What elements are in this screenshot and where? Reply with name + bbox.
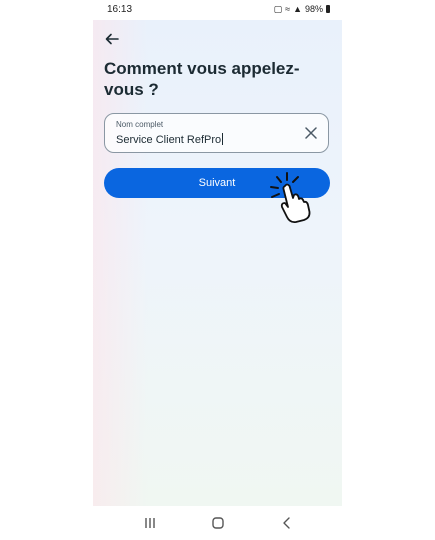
full-name-label: Nom complet — [116, 120, 164, 129]
clear-input-button[interactable] — [303, 125, 319, 141]
status-time: 16:13 — [107, 4, 133, 15]
tap-hand-icon — [270, 172, 311, 224]
signal-icon: ▲ — [293, 3, 302, 14]
name-entry-screen: Comment vous appelez-vous ? Nom complet … — [93, 20, 342, 506]
battery-icon — [326, 5, 330, 13]
recents-button[interactable] — [142, 515, 158, 531]
wifi-icon: ≈ — [285, 3, 291, 14]
text-caret — [222, 133, 224, 145]
recents-icon — [145, 518, 155, 528]
close-icon — [305, 127, 317, 139]
status-icons: ▢ ≈ ▲ 98% — [274, 4, 330, 14]
page-title: Comment vous appelez-vous ? — [104, 59, 300, 99]
system-navigation-bar — [93, 506, 342, 540]
back-button[interactable] — [103, 32, 121, 46]
home-icon — [212, 517, 224, 529]
home-button[interactable] — [210, 515, 226, 531]
battery-percent: 98% — [304, 4, 323, 14]
full-name-input-value[interactable]: Service Client RefPro — [116, 133, 224, 146]
nav-back-button[interactable] — [279, 515, 295, 531]
lock-icon: ▢ — [273, 3, 283, 14]
next-button-label: Suivant — [198, 177, 236, 189]
full-name-field[interactable]: Nom complet Service Client RefPro — [104, 113, 329, 153]
full-name-value-text: Service Client RefPro — [116, 134, 222, 146]
back-icon — [283, 517, 290, 529]
back-arrow-icon — [105, 33, 119, 45]
phone-screen: 16:13 ▢ ≈ ▲ 98% Comment vous appelez-vou… — [93, 0, 342, 540]
status-bar: 16:13 ▢ ≈ ▲ 98% — [93, 0, 342, 20]
